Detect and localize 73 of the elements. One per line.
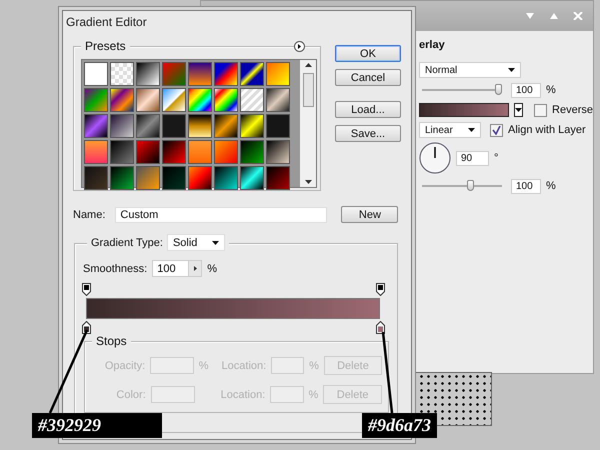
color-code-label: #9d6a73: [362, 413, 437, 438]
smoothness-label: Smoothness:: [83, 262, 148, 274]
dialog-button[interactable]: Cancel: [335, 69, 401, 86]
dialog-button[interactable]: Save...: [335, 125, 401, 142]
caret-icon: [468, 128, 475, 132]
gradient-preset[interactable]: [240, 88, 264, 112]
gradient-preset[interactable]: [110, 114, 134, 138]
gradient-preset[interactable]: [240, 62, 264, 86]
opacity-stop-icon[interactable]: [82, 283, 91, 296]
scroll-up-icon[interactable]: [304, 63, 312, 67]
gradient-preset[interactable]: [188, 88, 212, 112]
opacity-field[interactable]: 100: [511, 82, 541, 98]
opacity-stop-icon[interactable]: [376, 283, 385, 296]
gradient-preset[interactable]: [110, 62, 134, 86]
name-field[interactable]: Custom: [115, 206, 328, 222]
name-label: Name:: [73, 208, 106, 220]
unit-label: °: [494, 152, 498, 164]
window-title: Gradient Editor: [66, 15, 147, 29]
gradient-type-dropdown[interactable]: Solid: [166, 234, 225, 251]
align-checkbox[interactable]: [490, 124, 503, 136]
gradient-preset[interactable]: [214, 114, 238, 138]
slider-thumb[interactable]: [495, 84, 502, 95]
group-title: Stops: [96, 334, 127, 348]
scrollbar[interactable]: [300, 60, 316, 187]
location-label: Location:: [220, 388, 266, 400]
caret-icon: [514, 108, 522, 112]
blend-mode-dropdown[interactable]: Normal: [419, 62, 521, 78]
unit-label: %: [546, 84, 556, 96]
style-dropdown[interactable]: Linear: [419, 122, 481, 138]
color-stop-icon[interactable]: [376, 321, 385, 334]
location-label: Location:: [222, 360, 266, 372]
scroll-down-icon[interactable]: [304, 180, 312, 184]
gradient-preset[interactable]: [214, 62, 238, 86]
menu-arrow-icon[interactable]: [294, 41, 305, 52]
gradient-preset[interactable]: [214, 88, 238, 112]
new-button[interactable]: New: [341, 206, 398, 223]
gradient-type-label: Gradient Type:: [91, 236, 163, 248]
scroll-thumb[interactable]: [302, 73, 314, 107]
caret-icon: [212, 240, 219, 244]
checkbox-label: Reverse: [552, 104, 593, 116]
gradient-preset[interactable]: [240, 166, 264, 190]
smoothness-field[interactable]: 100: [152, 260, 202, 277]
gradient-preset[interactable]: [136, 62, 160, 86]
scale-field[interactable]: 100: [511, 178, 541, 194]
angle-dial[interactable]: [419, 142, 451, 174]
gradient-preset[interactable]: [214, 166, 238, 190]
unit-label: %: [207, 262, 217, 274]
unit-label: %: [308, 388, 318, 400]
gradient-swatch[interactable]: [419, 103, 509, 117]
spin-arrow-icon[interactable]: [194, 266, 197, 271]
dialog-button[interactable]: OK: [335, 45, 401, 62]
color-code-label: #392929: [32, 413, 162, 438]
color-stop-icon[interactable]: [82, 321, 91, 334]
gradient-preset[interactable]: [84, 62, 108, 86]
stop-field-label: Color:: [115, 388, 146, 400]
unit-label: %: [546, 180, 556, 192]
unit-label: %: [309, 360, 319, 372]
group-title: Presets: [85, 39, 126, 53]
unit-label: %: [198, 360, 209, 372]
dialog-button[interactable]: Load...: [335, 101, 401, 118]
group-title: erlay: [419, 39, 446, 51]
reverse-checkbox[interactable]: [534, 104, 548, 116]
gradient-preset[interactable]: [266, 140, 290, 164]
slider-thumb[interactable]: [467, 180, 474, 191]
gradient-preset[interactable]: [266, 62, 290, 86]
checkbox-label: Align with Layer: [508, 124, 586, 136]
gradient-preset[interactable]: [240, 114, 264, 138]
gradient-preset[interactable]: [188, 114, 212, 138]
angle-field[interactable]: 90: [456, 150, 489, 166]
gradient-preset[interactable]: [266, 88, 290, 112]
stop-field-label: Opacity:: [104, 360, 146, 372]
gradient-preset[interactable]: [162, 88, 186, 112]
caret-icon: [508, 68, 515, 72]
